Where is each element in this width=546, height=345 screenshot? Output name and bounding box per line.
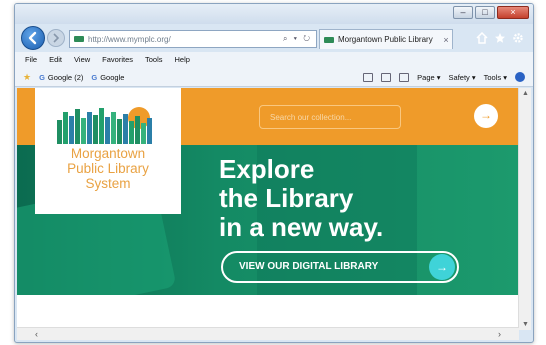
navigation-bar: http://www.mymplc.org/ ⌕ ▾ ↻ Morgantown … [15,24,533,52]
favorite-google[interactable]: G Google [91,73,124,82]
favorites-bar: ★ G Google (2) G Google Page ▾ Safety ▾ … [15,67,533,87]
menu-bar: File Edit View Favorites Tools Help [15,52,533,67]
hero-line-3: in a new way. [219,212,384,242]
tools-menu[interactable]: Tools ▾ [484,73,507,82]
back-button[interactable] [21,26,45,50]
horizontal-scrollbar[interactable]: ‹ › [17,327,519,340]
address-tools[interactable]: ⌕ ▾ ↻ [283,34,316,44]
cta-arrow-icon: → [429,254,455,280]
google-icon: G [39,73,45,82]
gear-icon[interactable] [511,32,525,46]
close-window-button[interactable]: × [497,6,529,19]
menu-edit[interactable]: Edit [49,55,62,64]
minimize-button[interactable]: – [453,6,473,19]
print-icon[interactable] [399,72,410,82]
search-submit-button[interactable]: → [474,104,498,128]
library-logo[interactable]: Morgantown Public Library System [35,88,181,214]
scroll-right-arrow-icon[interactable]: › [498,328,501,341]
tab-label: Morgantown Public Library [338,35,433,44]
maximize-button[interactable]: □ [475,6,495,19]
back-arrow-icon [28,31,37,45]
scroll-up-arrow-icon[interactable]: ▲ [519,90,532,97]
hero-headline: Explore the Library in a new way. [219,155,383,242]
cta-label: VIEW OUR DIGITAL LIBRARY [239,261,379,272]
digital-library-button[interactable]: VIEW OUR DIGITAL LIBRARY → [221,251,459,283]
forward-button[interactable] [47,29,65,47]
favorites-star-icon[interactable]: ★ [23,72,31,83]
menu-tools[interactable]: Tools [145,55,163,64]
tab-close-icon[interactable]: × [440,35,452,45]
favorite-label: Google (2) [47,73,84,82]
favorite-label: Google [100,73,125,82]
forward-arrow-icon [53,33,60,43]
browser-window: – □ × http://www.mymplc.org/ ⌕ ▾ ↻ Morga… [14,3,534,343]
tab-favicon-icon [324,36,334,43]
hero-line-2: the Library [219,183,354,213]
feeds-icon[interactable] [363,72,374,82]
logo-wordmark: Morgantown Public Library System [35,146,181,191]
site-favicon-icon [74,36,84,42]
safety-menu[interactable]: Safety ▾ [449,73,476,82]
logo-line-3: System [85,176,131,191]
page-menu[interactable]: Page ▾ [417,73,440,82]
scroll-left-arrow-icon[interactable]: ‹ [35,328,38,341]
tab-morgantown[interactable]: Morgantown Public Library × [319,29,453,49]
books-logo-icon [57,107,152,144]
command-bar: Page ▾ Safety ▾ Tools ▾ [363,72,525,82]
menu-favorites[interactable]: Favorites [102,55,133,64]
help-icon[interactable] [515,72,525,82]
menu-view[interactable]: View [74,55,90,64]
logo-line-2: Public Library [67,161,149,176]
read-mail-icon[interactable] [381,72,392,82]
scroll-down-arrow-icon[interactable]: ▼ [519,321,532,328]
title-bar: – □ × [15,4,533,24]
menu-help[interactable]: Help [175,55,190,64]
logo-line-1: Morgantown [70,146,146,161]
menu-file[interactable]: File [25,55,37,64]
hero-line-1: Explore [219,154,315,184]
star-icon[interactable] [493,32,507,46]
google-icon: G [91,73,98,82]
favorite-google-2[interactable]: G Google (2) [39,73,83,82]
site-search-input[interactable]: Search our collection... [259,105,401,129]
address-url[interactable]: http://www.mymplc.org/ [88,35,283,44]
home-icon[interactable] [475,31,489,46]
vertical-scrollbar[interactable]: ▲ ▼ [518,88,531,330]
address-bar[interactable]: http://www.mymplc.org/ ⌕ ▾ ↻ [69,30,317,48]
window-controls: – □ × [453,6,529,19]
favorites-list: ★ G Google (2) G Google [23,72,124,83]
page-viewport: Search our collection... → Explore the L… [17,88,519,330]
